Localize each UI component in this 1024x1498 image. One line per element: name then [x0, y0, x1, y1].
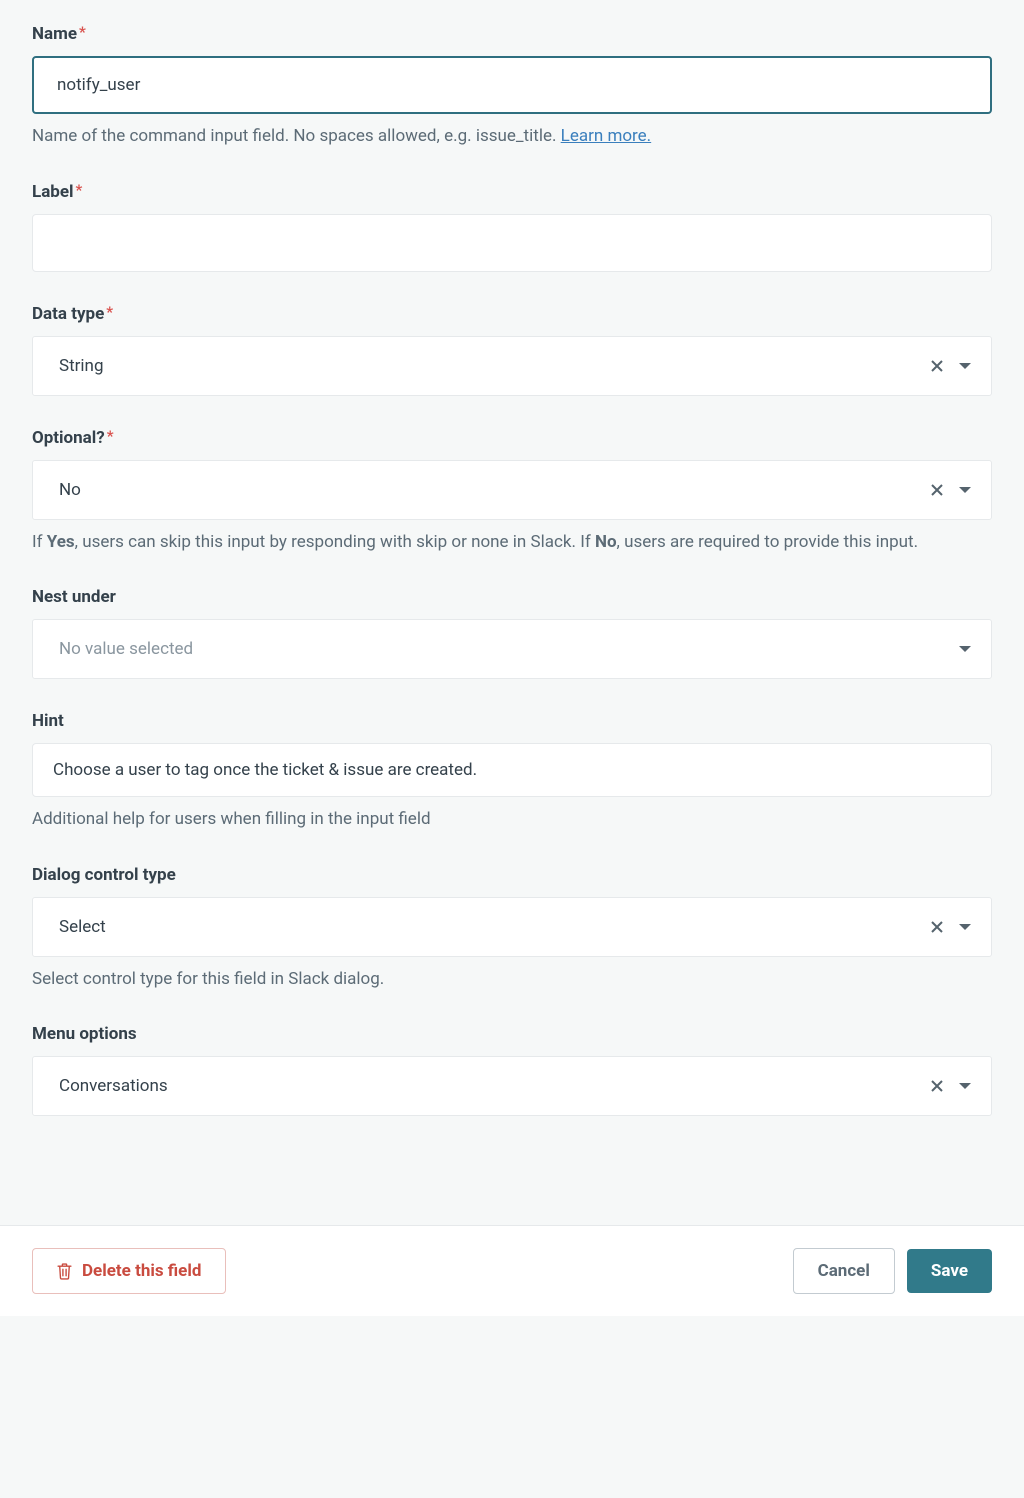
delete-field-label: Delete this field — [82, 1261, 201, 1281]
required-asterisk: * — [107, 427, 114, 445]
optional-value: No — [33, 480, 929, 500]
dialog-control-type-value: Select — [33, 917, 929, 937]
chevron-down-icon[interactable] — [959, 646, 971, 652]
label-input[interactable] — [32, 214, 992, 272]
footer-bar: Delete this field Cancel Save — [0, 1225, 1024, 1316]
clear-icon[interactable] — [929, 1078, 945, 1094]
required-asterisk: * — [106, 303, 113, 321]
required-asterisk: * — [79, 23, 86, 41]
hint-help: Additional help for users when filling i… — [32, 807, 992, 833]
optional-help: If Yes, users can skip this input by res… — [32, 530, 992, 556]
required-asterisk: * — [76, 181, 83, 199]
menu-options-label: Menu options — [32, 1024, 992, 1044]
data-type-value: String — [33, 356, 929, 376]
name-label: Name* — [32, 24, 992, 44]
chevron-down-icon[interactable] — [959, 1083, 971, 1089]
trash-icon — [57, 1263, 72, 1280]
clear-icon[interactable] — [929, 358, 945, 374]
dialog-control-type-label: Dialog control type — [32, 865, 992, 885]
nest-under-label: Nest under — [32, 587, 992, 607]
nest-under-placeholder: No value selected — [33, 639, 955, 659]
delete-field-button[interactable]: Delete this field — [32, 1248, 226, 1294]
menu-options-select[interactable]: Conversations — [32, 1056, 992, 1116]
data-type-label: Data type* — [32, 304, 992, 324]
optional-select[interactable]: No — [32, 460, 992, 520]
hint-label: Hint — [32, 711, 992, 731]
nest-under-select[interactable]: No value selected — [32, 619, 992, 679]
name-help: Name of the command input field. No spac… — [32, 124, 992, 150]
optional-label: Optional?* — [32, 428, 992, 448]
chevron-down-icon[interactable] — [959, 487, 971, 493]
save-button[interactable]: Save — [907, 1249, 992, 1293]
cancel-button[interactable]: Cancel — [793, 1248, 895, 1294]
label-label: Label* — [32, 182, 992, 202]
menu-options-value: Conversations — [33, 1076, 929, 1096]
dialog-control-type-select[interactable]: Select — [32, 897, 992, 957]
clear-icon[interactable] — [929, 919, 945, 935]
clear-icon[interactable] — [929, 482, 945, 498]
dialog-control-type-help: Select control type for this field in Sl… — [32, 967, 992, 993]
hint-input[interactable] — [32, 743, 992, 797]
learn-more-link[interactable]: Learn more. — [561, 126, 652, 146]
data-type-select[interactable]: String — [32, 336, 992, 396]
chevron-down-icon[interactable] — [959, 363, 971, 369]
chevron-down-icon[interactable] — [959, 924, 971, 930]
name-input[interactable] — [32, 56, 992, 114]
